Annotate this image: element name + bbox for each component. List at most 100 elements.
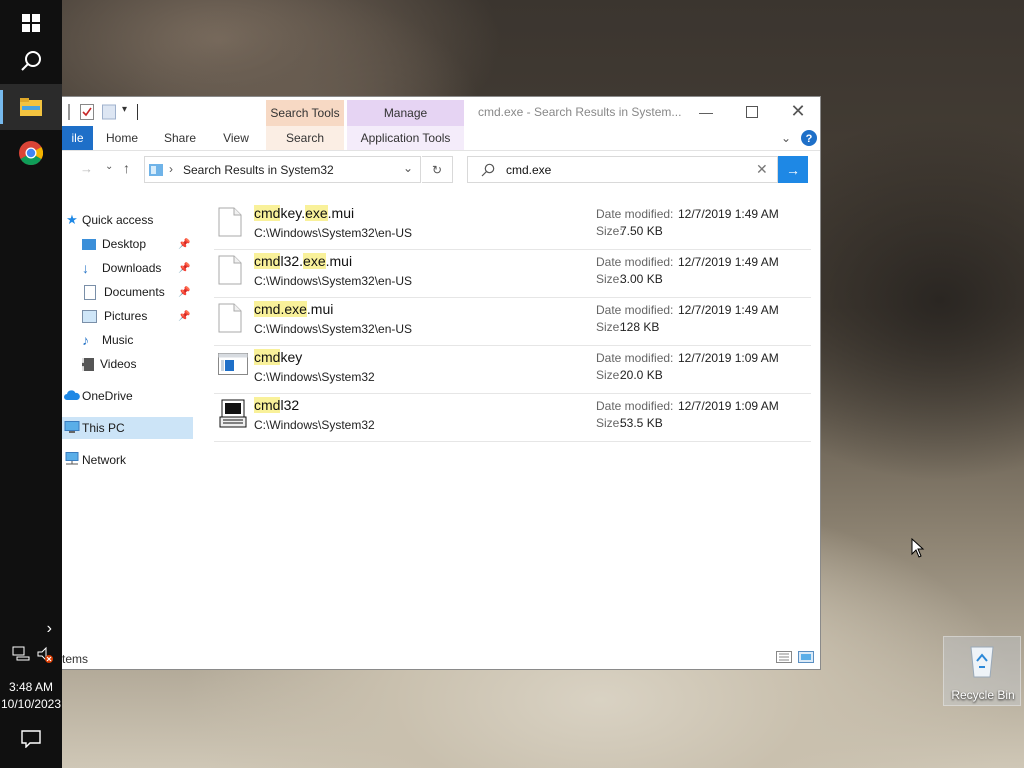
item-count-text: tems (62, 652, 89, 666)
close-icon: ✕ (790, 101, 806, 121)
nav-item-documents[interactable]: Documents 📌 (62, 281, 193, 303)
nav-item-videos[interactable]: Videos (62, 353, 193, 375)
search-tools-context-label: Search Tools (266, 100, 344, 126)
file-name: cmdl32 (254, 397, 299, 413)
music-icon: ♪ (82, 332, 89, 348)
refresh-button[interactable]: ↻ (422, 156, 453, 183)
window-title: cmd.exe - Search Results in System... (478, 105, 682, 119)
details-view-button[interactable] (776, 651, 792, 666)
size-value: 7.50 KB (620, 224, 663, 238)
address-bar[interactable]: › Search Results in System32 ⌄ (144, 156, 421, 183)
nav-item-network[interactable]: Network (62, 449, 193, 471)
file-name-match: exe (303, 253, 326, 269)
file-path: C:\Windows\System32\en-US (254, 322, 413, 336)
address-dropdown-button[interactable]: ⌄ (403, 161, 413, 175)
nav-item-music[interactable]: ♪ Music (62, 329, 193, 351)
pictures-icon (82, 309, 97, 323)
recent-locations-button[interactable]: ⌄ (105, 161, 113, 172)
file-explorer-taskbar-button[interactable] (0, 84, 62, 130)
date-modified-value: 12/7/2019 1:09 AM (678, 399, 779, 413)
svg-text:?: ? (806, 133, 813, 145)
new-folder-quick-button[interactable] (102, 104, 116, 120)
clear-search-button[interactable]: ✕ (756, 161, 768, 178)
arrow-right-icon: → (786, 161, 800, 178)
forward-button[interactable]: → (80, 161, 93, 176)
file-path: C:\Windows\System32 (254, 418, 375, 432)
result-row[interactable]: cmdl32 C:\Windows\System32 Date modified: 1… (214, 393, 811, 442)
file-name-part: l32 (280, 397, 300, 413)
file-name: cmdkey.exe.mui (254, 205, 354, 221)
maximize-icon (746, 105, 758, 118)
file-path: C:\Windows\System32\en-US (254, 274, 413, 288)
file-name-part: .mui (306, 301, 334, 317)
windows-start-icon (22, 14, 40, 32)
file-name-part: l32. (280, 253, 304, 269)
tab-search[interactable]: Search (266, 126, 344, 150)
large-icons-view-button[interactable] (798, 651, 814, 666)
help-button[interactable]: ? (800, 126, 818, 150)
nav-item-this-pc[interactable]: This PC (62, 417, 193, 439)
search-go-button[interactable]: → (778, 156, 808, 183)
tab-file[interactable]: ile (62, 126, 93, 150)
result-row[interactable]: cmd.exe.mui C:\Windows\System32\en-US Date… (214, 297, 811, 346)
search-results-folder-icon (149, 164, 163, 176)
result-row[interactable]: cmdl32.exe.mui C:\Windows\System32\en-US D… (214, 249, 811, 298)
title-separator (137, 104, 138, 120)
clock-time[interactable]: 3:48 AM (0, 680, 62, 694)
tab-share[interactable]: Share (157, 126, 203, 150)
blank-file-icon (218, 207, 242, 240)
nav-item-pictures[interactable]: Pictures 📌 (62, 305, 193, 327)
document-icon (84, 284, 96, 300)
ribbon-tabs: ile Home Share View Search Application T… (62, 126, 820, 151)
result-row[interactable]: cmdkey.exe.mui C:\Windows\System32\en-US D… (214, 201, 811, 250)
details-view-icon (776, 651, 792, 663)
close-button[interactable]: ✕ (775, 97, 821, 126)
file-name-match: cmd (254, 253, 281, 269)
chevron-right-icon: › (46, 620, 52, 637)
expand-ribbon-button[interactable]: ⌄ (778, 126, 794, 150)
dialer-app-icon (218, 399, 248, 432)
search-button[interactable] (0, 38, 62, 84)
file-name-match: cmd (254, 349, 281, 365)
nav-item-label: Downloads (102, 261, 162, 275)
file-name: cmdl32.exe.mui (254, 253, 352, 269)
volume-muted-tray-icon[interactable] (36, 646, 54, 667)
cloud-icon (62, 389, 82, 403)
nav-item-desktop[interactable]: Desktop 📌 (62, 233, 193, 255)
help-icon: ? (801, 130, 817, 146)
tab-application-tools[interactable]: Application Tools (347, 126, 464, 150)
nav-item-label: Documents (104, 285, 165, 299)
action-center-button[interactable] (21, 730, 41, 751)
nav-item-label: Pictures (104, 309, 148, 323)
chrome-taskbar-button[interactable] (0, 130, 62, 176)
customize-quick-access-button[interactable]: ▾ (122, 104, 127, 120)
nav-item-onedrive[interactable]: OneDrive (62, 385, 193, 407)
chevron-down-icon: ▾ (122, 104, 128, 115)
network-tray-icon[interactable] (12, 646, 30, 665)
breadcrumb[interactable]: Search Results in System32 (183, 163, 334, 177)
file-name-match: cmd (254, 397, 281, 413)
maximize-button[interactable] (729, 97, 775, 126)
file-path: C:\Windows\System32\en-US (254, 226, 413, 240)
result-row[interactable]: cmdkey C:\Windows\System32 Date modified: 1… (214, 345, 811, 394)
file-name-part: .mui (325, 253, 353, 269)
notification-icon (21, 730, 41, 749)
nav-item-downloads[interactable]: ↓ Downloads 📌 (62, 257, 193, 279)
pin-icon: 📌 (178, 262, 191, 274)
nav-item-quick-access[interactable]: ★ Quick access (62, 209, 193, 231)
minimize-button[interactable]: — (683, 97, 729, 126)
clock-date[interactable]: 10/10/2023 (0, 697, 62, 711)
properties-quick-button[interactable] (80, 104, 94, 120)
date-modified-label: Date modified: (596, 399, 674, 413)
up-button[interactable]: ↑ (123, 160, 130, 176)
date-modified-value: 12/7/2019 1:49 AM (678, 255, 779, 269)
search-box[interactable]: ✕ (467, 156, 778, 183)
file-name-match: cmd.exe (254, 301, 307, 317)
search-input[interactable] (506, 161, 736, 179)
tab-home[interactable]: Home (100, 126, 144, 150)
size-label: Size: (596, 320, 623, 334)
size-label: Size: (596, 224, 623, 238)
recycle-bin-shortcut[interactable]: Recycle Bin (943, 636, 1021, 706)
pin-icon: 📌 (178, 238, 191, 250)
tab-view[interactable]: View (214, 126, 258, 150)
